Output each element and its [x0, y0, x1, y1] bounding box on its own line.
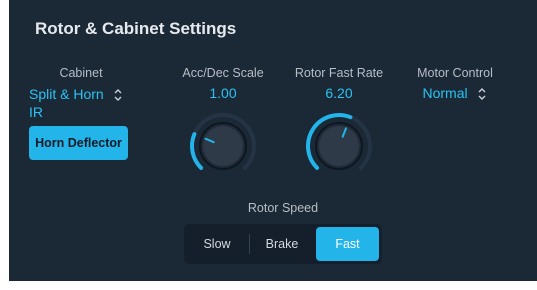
up-down-chevron-icon	[112, 88, 124, 102]
knob-graphic	[190, 113, 256, 170]
cabinet-select-value-line2[interactable]: IR	[29, 104, 43, 120]
knob-graphic	[306, 113, 372, 170]
acc-dec-scale-label: Acc/Dec Scale	[182, 66, 264, 80]
cabinet-label: Cabinet	[59, 66, 103, 80]
rotor-fast-rate-label: Rotor Fast Rate	[294, 66, 384, 80]
rotor-fast-rate-value: 6.20	[325, 85, 353, 101]
rotor-fast-rate-knob[interactable]	[303, 110, 375, 182]
rotor-speed-label: Rotor Speed	[247, 201, 319, 215]
segment-divider	[249, 234, 250, 254]
acc-dec-scale-knob[interactable]	[187, 110, 259, 182]
section-title: Rotor & Cabinet Settings	[35, 19, 237, 38]
rotor-cabinet-panel: Rotor & Cabinet Settings Cabinet Split &…	[9, 0, 537, 281]
rotor-speed-segmented-control: Slow Brake Fast	[184, 224, 382, 264]
knob-cap	[203, 126, 243, 166]
horn-deflector-button[interactable]: Horn Deflector	[29, 126, 128, 160]
rotor-speed-brake[interactable]: Brake	[254, 224, 310, 264]
cabinet-select[interactable]: Split & Horn	[29, 86, 124, 102]
acc-dec-scale-value: 1.00	[209, 85, 237, 101]
motor-control-value: Normal	[422, 85, 468, 101]
rotor-speed-slow[interactable]: Slow	[190, 224, 244, 264]
motor-control-select[interactable]: Normal	[409, 85, 501, 101]
rotor-speed-fast[interactable]: Fast	[316, 227, 379, 261]
motor-control-label: Motor Control	[417, 66, 493, 80]
up-down-chevron-icon	[476, 87, 488, 101]
cabinet-select-value-line1: Split & Horn	[29, 86, 104, 102]
knob-cap	[319, 126, 359, 166]
